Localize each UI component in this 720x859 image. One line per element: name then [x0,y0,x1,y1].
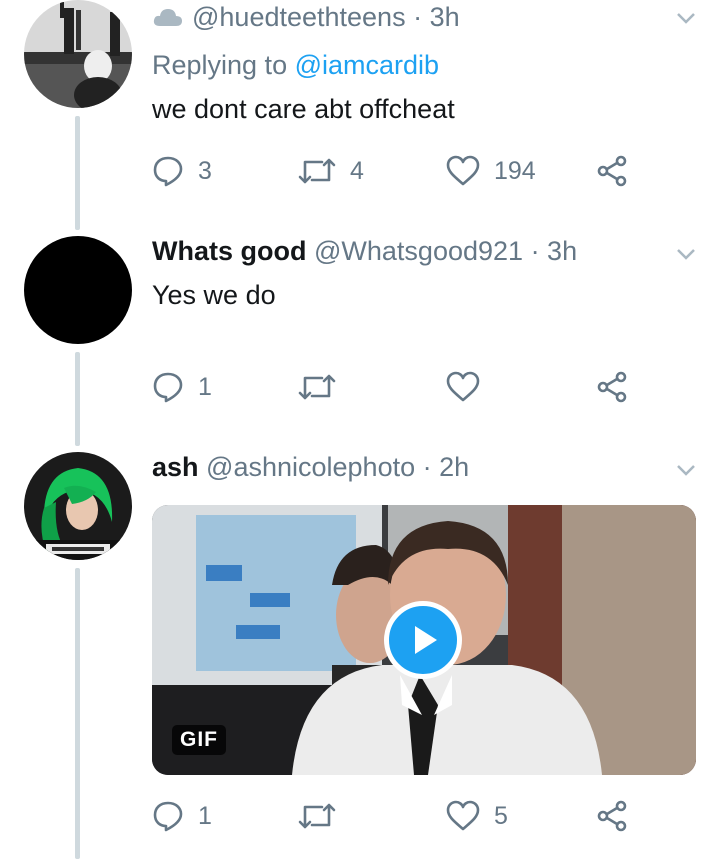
avatar[interactable] [24,0,132,108]
retweet-icon [298,374,336,400]
replying-to: Replying to @iamcardib [152,48,690,82]
tweet-text: we dont care abt offcheat [152,94,455,124]
heart-icon [446,155,480,186]
reply-button[interactable]: 1 [152,367,212,407]
play-icon [415,626,437,654]
share-icon [597,800,627,832]
retweet-button[interactable] [298,367,336,407]
action-bar: 1 5 [152,796,632,836]
share-button[interactable] [596,151,628,191]
avatar[interactable] [24,452,132,560]
like-button[interactable]: 5 [446,796,508,836]
tweet-header: ash @ashnicolephoto · 2h [152,450,690,484]
mention-link[interactable]: @iamcardib [295,50,439,80]
user-handle[interactable]: @Whatsgood921 [314,236,523,266]
like-button[interactable] [446,367,480,407]
chevron-down-icon[interactable] [674,6,698,30]
play-button[interactable] [384,601,462,679]
reply-icon [153,156,183,187]
heart-icon [446,371,480,402]
timestamp[interactable]: · 3h [531,236,578,266]
action-bar: 1 [152,367,632,407]
like-count: 5 [494,801,508,830]
user-handle[interactable]: @ashnicolephoto [206,452,415,482]
tweet[interactable]: Whats good @Whatsgood921 · 3h Yes we do … [0,230,720,446]
share-button[interactable] [596,367,628,407]
tweet[interactable]: @huedteethteens · 3h Replying to @iamcar… [0,0,720,230]
avatar[interactable] [24,236,132,344]
display-name[interactable]: ash [152,452,199,482]
reply-count: 1 [198,372,212,401]
heart-icon [446,800,480,831]
timestamp[interactable]: · 2h [423,452,470,482]
like-button[interactable]: 194 [446,151,536,191]
replying-prefix: Replying to [152,50,288,80]
gif-media[interactable]: GIF [152,505,696,775]
gif-badge: GIF [172,725,226,755]
like-count: 194 [494,156,536,185]
reply-count: 1 [198,801,212,830]
share-icon [597,155,627,187]
reply-count: 3 [198,156,212,185]
reply-icon [153,372,183,403]
retweet-button[interactable]: 4 [298,151,364,191]
chevron-down-icon[interactable] [674,242,698,266]
share-button[interactable] [596,796,628,836]
action-bar: 3 4 194 [152,151,632,191]
retweet-icon [298,158,336,184]
tweet-header: Whats good @Whatsgood921 · 3h [152,234,690,268]
retweet-count: 4 [350,156,364,185]
chevron-down-icon[interactable] [674,458,698,482]
tweet-header: @huedteethteens · 3h [152,0,690,34]
retweet-icon [298,803,336,829]
user-handle[interactable]: @huedteethteens [192,2,406,32]
reply-button[interactable]: 3 [152,151,212,191]
cloud-icon [153,9,182,26]
tweet[interactable]: ash @ashnicolephoto · 2h GIF 1 5 [0,446,720,859]
timestamp[interactable]: · 3h [413,2,460,32]
reply-button[interactable]: 1 [152,796,212,836]
share-icon [597,371,627,403]
retweet-button[interactable] [298,796,336,836]
tweet-text: Yes we do [152,280,276,310]
display-name[interactable]: Whats good [152,236,306,266]
reply-icon [153,801,183,832]
